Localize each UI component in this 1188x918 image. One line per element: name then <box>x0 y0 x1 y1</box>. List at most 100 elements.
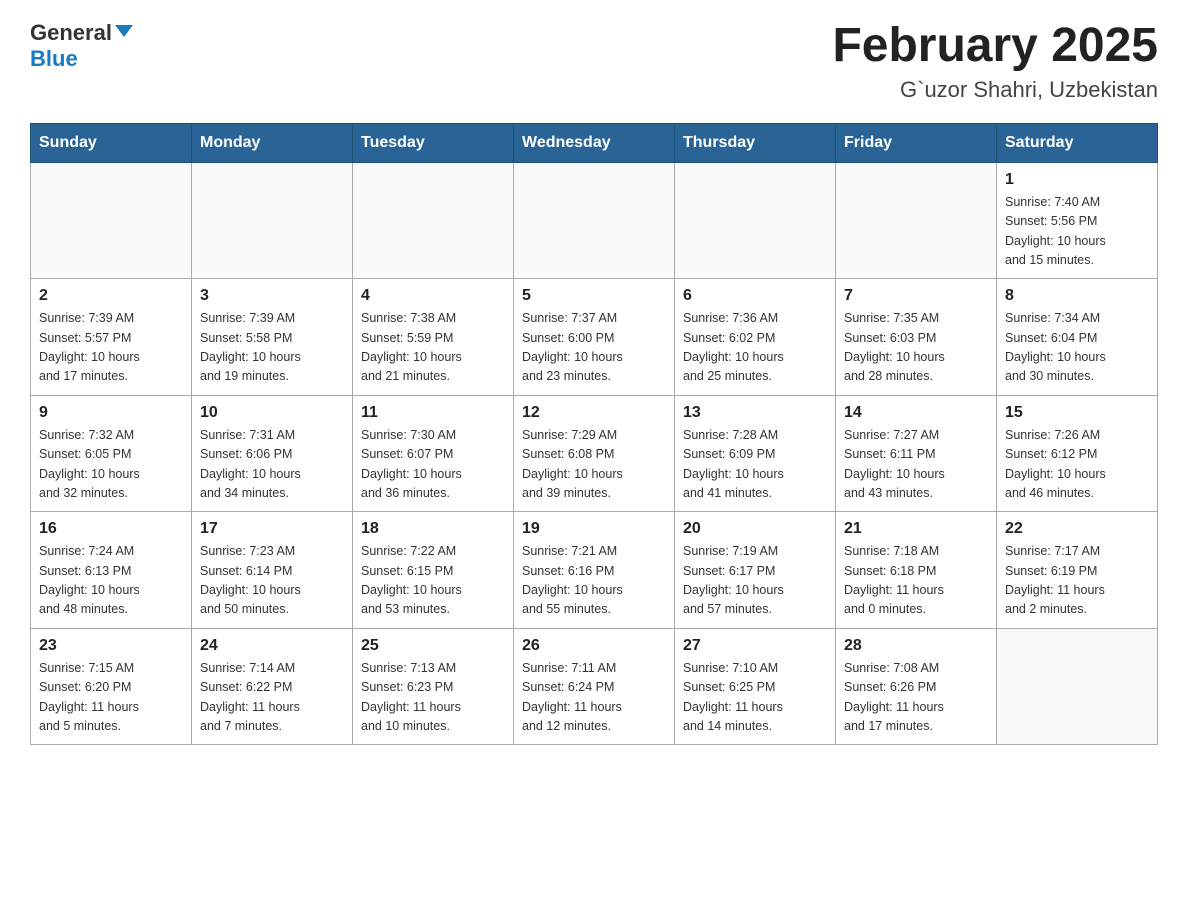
calendar-cell <box>192 162 353 279</box>
day-info: Sunrise: 7:10 AMSunset: 6:25 PMDaylight:… <box>683 659 827 737</box>
calendar-cell: 11 Sunrise: 7:30 AMSunset: 6:07 PMDayligh… <box>353 395 514 512</box>
day-info: Sunrise: 7:39 AMSunset: 5:57 PMDaylight:… <box>39 309 183 387</box>
day-number: 25 <box>361 637 505 655</box>
day-number: 7 <box>844 287 988 305</box>
day-number: 6 <box>683 287 827 305</box>
calendar-cell: 25 Sunrise: 7:13 AMSunset: 6:23 PMDayligh… <box>353 628 514 745</box>
calendar-cell: 26Sunrise: 7:11 AMSunset: 6:24 PMDayligh… <box>514 628 675 745</box>
day-info: Sunrise: 7:22 AMSunset: 6:15 PMDaylight:… <box>361 542 505 620</box>
calendar-cell: 3 Sunrise: 7:39 AMSunset: 5:58 PMDaylight… <box>192 279 353 396</box>
day-info: Sunrise: 7:18 AMSunset: 6:18 PMDaylight:… <box>844 542 988 620</box>
logo-general-text: General <box>30 20 112 46</box>
calendar-cell: 8 Sunrise: 7:34 AMSunset: 6:04 PMDaylight… <box>997 279 1158 396</box>
day-number: 1 <box>1005 171 1149 189</box>
day-info: Sunrise: 7:39 AMSunset: 5:58 PMDaylight:… <box>200 309 344 387</box>
week-row-5: 23 Sunrise: 7:15 AMSunset: 6:20 PMDayligh… <box>31 628 1158 745</box>
calendar-cell: 15 Sunrise: 7:26 AMSunset: 6:12 PMDayligh… <box>997 395 1158 512</box>
day-number: 27 <box>683 637 827 655</box>
weekday-header-saturday: Saturday <box>997 123 1158 162</box>
day-number: 5 <box>522 287 666 305</box>
logo: General Blue <box>30 20 133 72</box>
calendar-cell: 21 Sunrise: 7:18 AMSunset: 6:18 PMDayligh… <box>836 512 997 629</box>
day-number: 22 <box>1005 520 1149 538</box>
day-info: Sunrise: 7:28 AMSunset: 6:09 PMDaylight:… <box>683 426 827 504</box>
weekday-header-monday: Monday <box>192 123 353 162</box>
day-info: Sunrise: 7:15 AMSunset: 6:20 PMDaylight:… <box>39 659 183 737</box>
day-number: 11 <box>361 404 505 422</box>
day-number: 13 <box>683 404 827 422</box>
day-info: Sunrise: 7:24 AMSunset: 6:13 PMDaylight:… <box>39 542 183 620</box>
weekday-header-friday: Friday <box>836 123 997 162</box>
weekday-header-wednesday: Wednesday <box>514 123 675 162</box>
day-number: 9 <box>39 404 183 422</box>
calendar-cell: 13 Sunrise: 7:28 AMSunset: 6:09 PMDayligh… <box>675 395 836 512</box>
day-info: Sunrise: 7:30 AMSunset: 6:07 PMDaylight:… <box>361 426 505 504</box>
calendar-cell: 10 Sunrise: 7:31 AMSunset: 6:06 PMDayligh… <box>192 395 353 512</box>
calendar-cell: 7 Sunrise: 7:35 AMSunset: 6:03 PMDaylight… <box>836 279 997 396</box>
day-info: Sunrise: 7:21 AMSunset: 6:16 PMDaylight:… <box>522 542 666 620</box>
day-info: Sunrise: 7:23 AMSunset: 6:14 PMDaylight:… <box>200 542 344 620</box>
calendar-cell: 17 Sunrise: 7:23 AMSunset: 6:14 PMDayligh… <box>192 512 353 629</box>
calendar-cell <box>675 162 836 279</box>
month-title: February 2025 <box>832 20 1158 73</box>
day-number: 18 <box>361 520 505 538</box>
calendar-cell: 14 Sunrise: 7:27 AMSunset: 6:11 PMDayligh… <box>836 395 997 512</box>
day-number: 28 <box>844 637 988 655</box>
calendar-cell: 4Sunrise: 7:38 AMSunset: 5:59 PMDaylight… <box>353 279 514 396</box>
week-row-1: 1 Sunrise: 7:40 AMSunset: 5:56 PMDaylight… <box>31 162 1158 279</box>
calendar-cell <box>31 162 192 279</box>
calendar-table: SundayMondayTuesdayWednesdayThursdayFrid… <box>30 123 1158 746</box>
logo-blue-text: Blue <box>30 46 78 71</box>
weekday-header-sunday: Sunday <box>31 123 192 162</box>
day-number: 21 <box>844 520 988 538</box>
calendar-cell: 28Sunrise: 7:08 AMSunset: 6:26 PMDayligh… <box>836 628 997 745</box>
day-number: 2 <box>39 287 183 305</box>
calendar-cell: 27 Sunrise: 7:10 AMSunset: 6:25 PMDayligh… <box>675 628 836 745</box>
day-info: Sunrise: 7:32 AMSunset: 6:05 PMDaylight:… <box>39 426 183 504</box>
calendar-cell: 20 Sunrise: 7:19 AMSunset: 6:17 PMDayligh… <box>675 512 836 629</box>
weekday-header-tuesday: Tuesday <box>353 123 514 162</box>
day-info: Sunrise: 7:35 AMSunset: 6:03 PMDaylight:… <box>844 309 988 387</box>
week-row-3: 9 Sunrise: 7:32 AMSunset: 6:05 PMDaylight… <box>31 395 1158 512</box>
day-number: 10 <box>200 404 344 422</box>
day-info: Sunrise: 7:29 AMSunset: 6:08 PMDaylight:… <box>522 426 666 504</box>
calendar-cell: 22 Sunrise: 7:17 AMSunset: 6:19 PMDayligh… <box>997 512 1158 629</box>
day-info: Sunrise: 7:13 AMSunset: 6:23 PMDaylight:… <box>361 659 505 737</box>
page-header: General Blue February 2025 G`uzor Shahri… <box>30 20 1158 103</box>
calendar-cell: 16 Sunrise: 7:24 AMSunset: 6:13 PMDayligh… <box>31 512 192 629</box>
day-info: Sunrise: 7:31 AMSunset: 6:06 PMDaylight:… <box>200 426 344 504</box>
day-info: Sunrise: 7:11 AMSunset: 6:24 PMDaylight:… <box>522 659 666 737</box>
day-info: Sunrise: 7:17 AMSunset: 6:19 PMDaylight:… <box>1005 542 1149 620</box>
day-number: 14 <box>844 404 988 422</box>
day-number: 17 <box>200 520 344 538</box>
calendar-cell <box>836 162 997 279</box>
calendar-cell: 19 Sunrise: 7:21 AMSunset: 6:16 PMDayligh… <box>514 512 675 629</box>
calendar-cell: 6 Sunrise: 7:36 AMSunset: 6:02 PMDaylight… <box>675 279 836 396</box>
day-info: Sunrise: 7:14 AMSunset: 6:22 PMDaylight:… <box>200 659 344 737</box>
calendar-cell: 2 Sunrise: 7:39 AMSunset: 5:57 PMDaylight… <box>31 279 192 396</box>
week-row-4: 16 Sunrise: 7:24 AMSunset: 6:13 PMDayligh… <box>31 512 1158 629</box>
day-number: 4 <box>361 287 505 305</box>
calendar-cell: 9 Sunrise: 7:32 AMSunset: 6:05 PMDaylight… <box>31 395 192 512</box>
day-info: Sunrise: 7:26 AMSunset: 6:12 PMDaylight:… <box>1005 426 1149 504</box>
day-info: Sunrise: 7:36 AMSunset: 6:02 PMDaylight:… <box>683 309 827 387</box>
logo-triangle-icon <box>115 25 133 37</box>
calendar-cell <box>997 628 1158 745</box>
day-number: 12 <box>522 404 666 422</box>
day-info: Sunrise: 7:27 AMSunset: 6:11 PMDaylight:… <box>844 426 988 504</box>
day-number: 20 <box>683 520 827 538</box>
day-number: 23 <box>39 637 183 655</box>
weekday-header-row: SundayMondayTuesdayWednesdayThursdayFrid… <box>31 123 1158 162</box>
title-section: February 2025 G`uzor Shahri, Uzbekistan <box>832 20 1158 103</box>
day-info: Sunrise: 7:34 AMSunset: 6:04 PMDaylight:… <box>1005 309 1149 387</box>
calendar-cell: 12 Sunrise: 7:29 AMSunset: 6:08 PMDayligh… <box>514 395 675 512</box>
day-number: 19 <box>522 520 666 538</box>
day-number: 15 <box>1005 404 1149 422</box>
day-info: Sunrise: 7:40 AMSunset: 5:56 PMDaylight:… <box>1005 193 1149 271</box>
day-number: 3 <box>200 287 344 305</box>
day-number: 8 <box>1005 287 1149 305</box>
week-row-2: 2 Sunrise: 7:39 AMSunset: 5:57 PMDaylight… <box>31 279 1158 396</box>
calendar-cell: 5Sunrise: 7:37 AMSunset: 6:00 PMDaylight… <box>514 279 675 396</box>
day-number: 16 <box>39 520 183 538</box>
day-info: Sunrise: 7:19 AMSunset: 6:17 PMDaylight:… <box>683 542 827 620</box>
